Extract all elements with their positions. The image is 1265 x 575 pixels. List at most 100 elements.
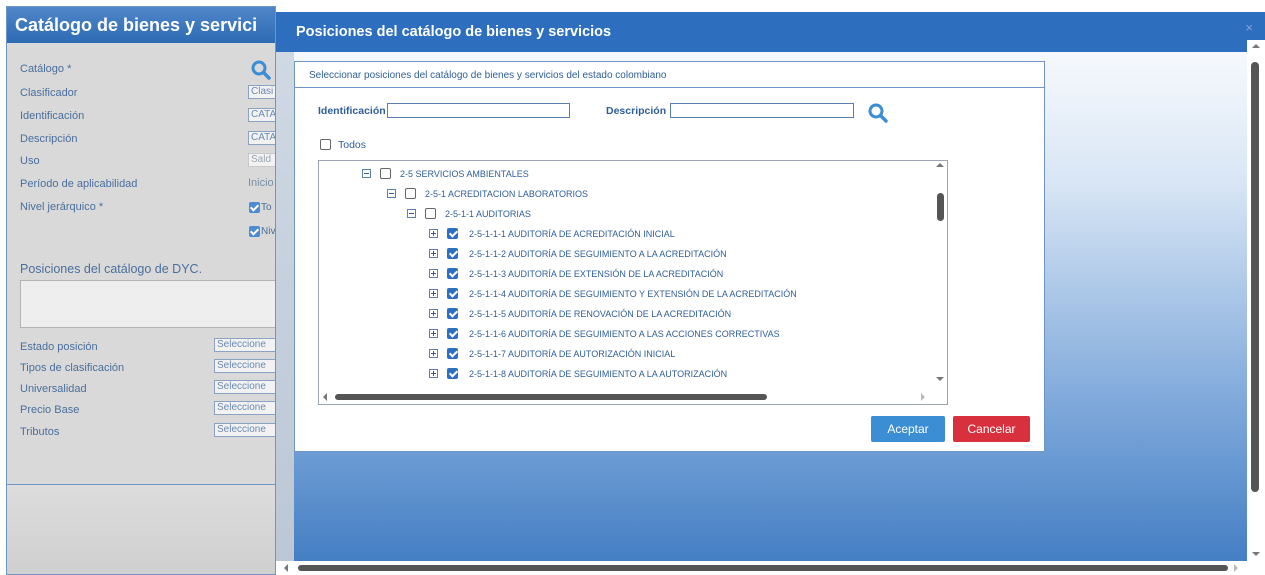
catalogo-search-icon[interactable]: [250, 59, 272, 81]
catalog-tree: 2-5 SERVICIOS AMBIENTALES 2-5-1 ACREDITAC…: [318, 160, 948, 405]
modal-side-strip: [276, 52, 294, 575]
scroll-up-arrow-icon[interactable]: [936, 163, 944, 167]
modal-title: Posiciones del catálogo de bienes y serv…: [296, 24, 612, 40]
tree-node-label: 2-5-1-1 AUDITORIAS: [445, 209, 531, 219]
modal-title-bar: Posiciones del catálogo de bienes y serv…: [276, 12, 1265, 52]
uso-label: Uso: [20, 155, 40, 167]
tree-node-label: 2-5-1-1-2 AUDITORÍA DE SEGUIMIENTO A LA …: [469, 249, 727, 259]
tree-node-checkbox[interactable]: [447, 368, 458, 379]
identificacion-field[interactable]: CATA: [248, 108, 275, 122]
modal-scroll-down-icon[interactable]: [1252, 552, 1260, 556]
universalidad-select[interactable]: Seleccione: [214, 380, 275, 394]
background-footer: [7, 485, 275, 574]
scroll-right-arrow-icon[interactable]: [921, 393, 925, 401]
tree-node-checkbox[interactable]: [380, 168, 391, 179]
tipos-clasificacion-label: Tipos de clasificación: [20, 362, 125, 374]
identificacion-filter-label: Identificación: [318, 105, 386, 117]
descripcion-filter-input[interactable]: [670, 103, 854, 118]
accept-button[interactable]: Aceptar: [871, 416, 945, 442]
tree-horizontal-scrollbar[interactable]: [319, 390, 947, 404]
modal-vertical-scroll-thumb[interactable]: [1251, 62, 1259, 492]
close-icon[interactable]: ×: [1245, 20, 1253, 35]
tree-node[interactable]: 2-5-1-1-8 AUDITORÍA DE SEGUIMIENTO A LA …: [429, 368, 947, 382]
periodo-value: Inicio: [248, 177, 274, 189]
expand-icon[interactable]: [429, 249, 438, 258]
estado-posicion-label: Estado posición: [20, 341, 98, 353]
tree-node-label: 2-5-1 ACREDITACION LABORATORIOS: [425, 189, 589, 199]
screen: Catálogo de bienes y servici Catálogo * …: [0, 0, 1265, 575]
periodo-label: Período de aplicabilidad: [20, 178, 138, 190]
modal-scroll-up-icon[interactable]: [1252, 44, 1260, 48]
tree-node-checkbox[interactable]: [405, 188, 416, 199]
precio-base-select[interactable]: Seleccione: [214, 401, 275, 415]
modal-scroll-right-icon[interactable]: [1234, 564, 1238, 572]
panel-header: Seleccionar posiciones del catálogo de b…: [295, 62, 1044, 88]
tipos-clasificacion-select[interactable]: Seleccione: [214, 359, 275, 373]
expand-icon[interactable]: [429, 289, 438, 298]
tree-node[interactable]: 2-5-1-1-5 AUDITORÍA DE RENOVACIÓN DE LA …: [429, 308, 947, 322]
tree-node-checkbox[interactable]: [447, 288, 458, 299]
tree-node-label: 2-5-1-1-7 AUDITORÍA DE AUTORIZACIÓN INIC…: [469, 349, 676, 359]
clasificador-field[interactable]: Clasi: [248, 85, 275, 99]
cancel-button[interactable]: Cancelar: [953, 416, 1030, 442]
modal-horizontal-scrollbar[interactable]: [276, 561, 1247, 575]
nivel-todos-checkbox[interactable]: [249, 202, 260, 213]
catalogo-label: Catálogo *: [20, 63, 72, 75]
expand-icon[interactable]: [429, 329, 438, 338]
tree-node[interactable]: 2-5-1-1-6 AUDITORÍA DE SEGUIMIENTO A LAS…: [429, 328, 947, 342]
tree-node[interactable]: 2-5-1-1-7 AUDITORÍA DE AUTORIZACIÓN INIC…: [429, 348, 947, 362]
search-icon[interactable]: [867, 102, 889, 124]
modal-vertical-scrollbar[interactable]: [1247, 40, 1265, 575]
tree-node[interactable]: 2-5 SERVICIOS AMBIENTALES: [362, 168, 922, 182]
tree-horizontal-scroll-thumb[interactable]: [335, 394, 767, 400]
tree-node[interactable]: 2-5-1-1-4 AUDITORÍA DE SEGUIMIENTO Y EXT…: [429, 288, 947, 302]
tree-node[interactable]: 2-5-1-1-3 AUDITORÍA DE EXTENSIÓN DE LA A…: [429, 268, 947, 282]
selection-panel: Seleccionar posiciones del catálogo de b…: [294, 61, 1045, 452]
tributos-select[interactable]: Seleccione: [214, 423, 275, 437]
modal-horizontal-scroll-thumb[interactable]: [298, 565, 1228, 571]
clasificador-label: Clasificador: [20, 87, 78, 99]
identificacion-label: Identificación: [20, 110, 85, 122]
tree-node-checkbox[interactable]: [447, 248, 458, 259]
tree-node[interactable]: 2-5-1-1-1 AUDITORÍA DE ACREDITACIÓN INIC…: [429, 228, 947, 242]
positions-section-label: Posiciones del catálogo de DYC.: [20, 262, 203, 276]
collapse-icon[interactable]: [362, 169, 371, 178]
nivel-niv-checkbox[interactable]: [249, 226, 260, 237]
modal-scroll-left-icon[interactable]: [284, 564, 288, 572]
descripcion-label: Descripción: [20, 133, 78, 145]
tree-node-checkbox[interactable]: [447, 268, 458, 279]
expand-icon[interactable]: [429, 349, 438, 358]
tributos-label: Tributos: [20, 426, 60, 438]
tree-node-checkbox[interactable]: [447, 308, 458, 319]
nivel-label: Nivel jerárquico *: [20, 201, 104, 213]
expand-icon[interactable]: [429, 309, 438, 318]
collapse-icon[interactable]: [407, 209, 416, 218]
background-window-title: Catálogo de bienes y servici: [15, 15, 258, 35]
expand-icon[interactable]: [429, 229, 438, 238]
tree-node[interactable]: 2-5-1-1 AUDITORIAS: [407, 208, 947, 222]
nivel-todos-label: To: [261, 202, 272, 213]
tree-node-label: 2-5-1-1-6 AUDITORÍA DE SEGUIMIENTO A LAS…: [469, 329, 780, 339]
tree-node-checkbox[interactable]: [447, 228, 458, 239]
scroll-left-arrow-icon[interactable]: [323, 393, 327, 401]
expand-icon[interactable]: [429, 269, 438, 278]
descripcion-field[interactable]: CATA: [248, 131, 275, 145]
tree-node-checkbox[interactable]: [447, 348, 458, 359]
nivel-niv-label: Niv: [261, 226, 276, 237]
collapse-icon[interactable]: [387, 189, 396, 198]
panel-header-text: Seleccionar posiciones del catálogo de b…: [309, 70, 667, 81]
expand-icon[interactable]: [429, 369, 438, 378]
tree-node-label: 2-5-1-1-8 AUDITORÍA DE SEGUIMIENTO A LA …: [469, 369, 728, 379]
identificacion-filter-input[interactable]: [387, 103, 570, 118]
estado-posicion-select[interactable]: Seleccione: [214, 338, 275, 352]
positions-box[interactable]: [20, 280, 275, 328]
background-window: Catálogo de bienes y servici Catálogo * …: [6, 6, 276, 575]
tree-node-label: 2-5 SERVICIOS AMBIENTALES: [400, 169, 529, 179]
tree-node[interactable]: 2-5-1-1-2 AUDITORÍA DE SEGUIMIENTO A LA …: [429, 248, 947, 262]
precio-base-label: Precio Base: [20, 404, 80, 416]
tree-node-checkbox[interactable]: [425, 208, 436, 219]
todos-checkbox[interactable]: [320, 139, 331, 150]
tree-node-label: 2-5-1-1-5 AUDITORÍA DE RENOVACIÓN DE LA …: [469, 309, 732, 319]
tree-node-checkbox[interactable]: [447, 328, 458, 339]
tree-node[interactable]: 2-5-1 ACREDITACION LABORATORIOS: [387, 188, 947, 202]
